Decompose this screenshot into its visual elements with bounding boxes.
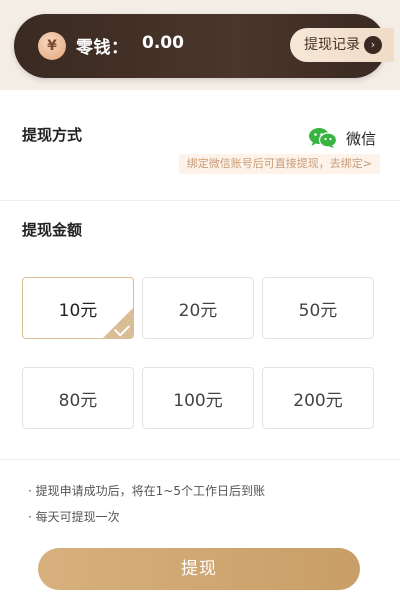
withdraw-method-title: 提现方式 bbox=[22, 126, 83, 144]
coin-icon: ¥ bbox=[38, 32, 66, 60]
chevron-right-icon: › bbox=[364, 36, 382, 54]
amount-option-20[interactable]: 20元 bbox=[142, 277, 254, 339]
withdraw-method-section: 提现方式 微信 绑定微信账号后可直接提现，去绑定> bbox=[0, 90, 400, 201]
withdraw-amount-section: 提现金额 10元 20元 50元 80元 100元 200元 bbox=[0, 201, 400, 460]
wallet-bar: ¥ 零钱： 0.00 提现记录 › bbox=[14, 14, 394, 78]
amount-option-label: 20元 bbox=[178, 300, 218, 321]
wechat-label: 微信 bbox=[345, 129, 376, 148]
check-icon bbox=[103, 308, 133, 338]
withdraw-history-label: 提现记录 bbox=[304, 37, 360, 53]
note-daily-limit: · 每天可提现一次 bbox=[28, 510, 120, 524]
amount-option-80[interactable]: 80元 bbox=[22, 367, 134, 429]
wechat-method[interactable]: 微信 bbox=[308, 126, 376, 150]
amount-option-100[interactable]: 100元 bbox=[142, 367, 254, 429]
amount-option-50[interactable]: 50元 bbox=[262, 277, 374, 339]
balance-label: 零钱： bbox=[76, 38, 129, 58]
amount-option-label: 200元 bbox=[293, 390, 343, 411]
withdraw-amount-title: 提现金额 bbox=[22, 221, 83, 239]
amount-option-200[interactable]: 200元 bbox=[262, 367, 374, 429]
amount-option-label: 80元 bbox=[58, 390, 98, 411]
bind-wechat-link[interactable]: 绑定微信账号后可直接提现，去绑定> bbox=[178, 154, 380, 174]
withdraw-history-button[interactable]: 提现记录 › bbox=[290, 28, 394, 62]
amount-option-label: 10元 bbox=[58, 300, 98, 321]
amount-option-label: 50元 bbox=[298, 300, 338, 321]
withdraw-button[interactable]: 提现 bbox=[38, 548, 360, 590]
balance-value: 0.00 bbox=[142, 33, 184, 53]
withdraw-notes: · 提现申请成功后，将在1~5个工作日后到账 · 每天可提现一次 bbox=[28, 478, 378, 530]
amount-option-label: 100元 bbox=[173, 390, 223, 411]
top-area: ¥ 零钱： 0.00 提现记录 › bbox=[0, 0, 400, 90]
wechat-icon bbox=[308, 128, 338, 148]
amount-option-10[interactable]: 10元 bbox=[22, 277, 134, 339]
amount-options: 10元 20元 50元 80元 100元 200元 bbox=[22, 277, 376, 429]
note-arrival-time: · 提现申请成功后，将在1~5个工作日后到账 bbox=[28, 484, 265, 498]
